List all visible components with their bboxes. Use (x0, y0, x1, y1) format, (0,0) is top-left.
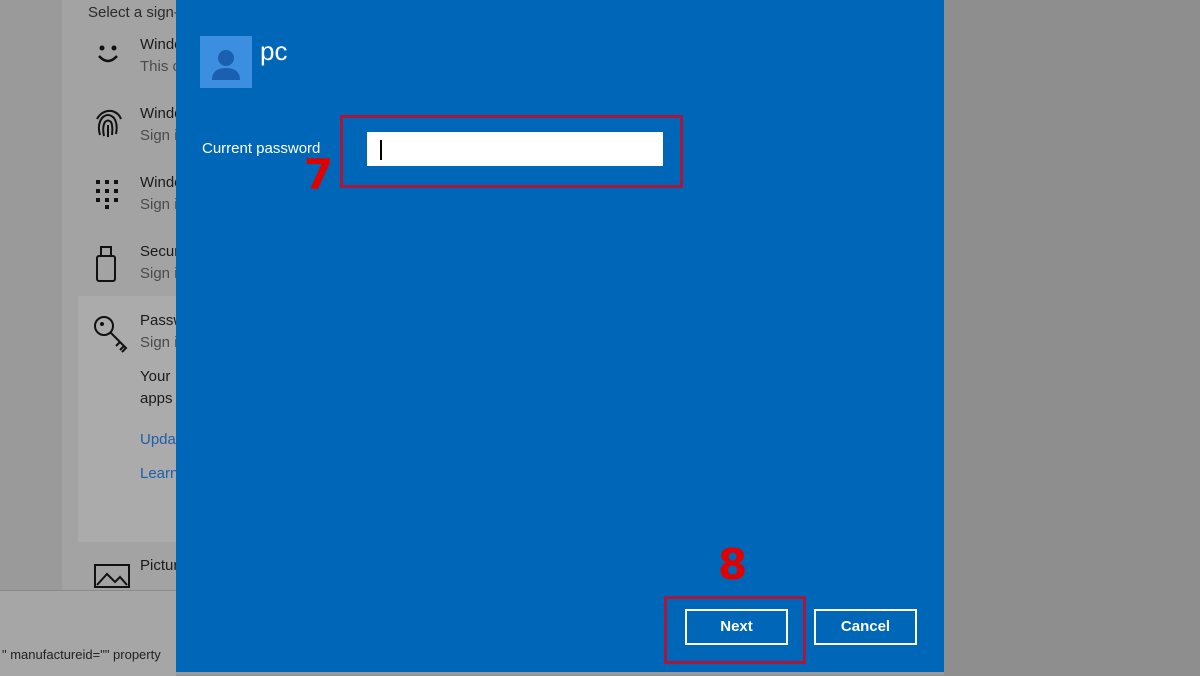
background-learn-link[interactable]: Learn more (140, 465, 176, 482)
background-item-title: Windows Hello Fingerprint (140, 105, 176, 122)
background-item-sub: Sign in with your fingerprint scanner (140, 127, 176, 144)
user-name: pc (260, 36, 288, 66)
face-icon (88, 38, 136, 78)
background-item-fingerprint[interactable]: Windows Hello Fingerprint Sign in with y… (88, 105, 176, 165)
user-avatar (200, 36, 252, 88)
background-item-face[interactable]: Windows Hello Face This option is curren… (88, 36, 176, 96)
background-item-password[interactable]: Password Sign in with your account's pas… (88, 312, 176, 372)
background-item-sub: Sign in with a PIN (140, 196, 176, 213)
background-item-sub: Sign in with your account's password (140, 334, 176, 351)
background-right-area (944, 0, 1200, 675)
fingerprint-icon (88, 107, 136, 147)
pin-keypad-icon (88, 176, 136, 216)
annotation-step-7: 7 (304, 150, 334, 199)
change-password-dialog: pc Current password 7 8 Next Cancel (176, 0, 944, 672)
background-bottom-bar (0, 590, 176, 676)
background-item-title: Windows Hello PIN (140, 174, 176, 191)
background-bottom-code: " manufactureid="" property (2, 647, 161, 662)
background-item-security-key[interactable]: Security Key Sign in with a physical sec… (88, 243, 176, 303)
background-header: Select a sign-in option (88, 4, 176, 21)
security-key-icon (88, 245, 136, 285)
background-item-picture[interactable]: Picture Password (88, 557, 176, 590)
user-icon (212, 50, 240, 80)
background-item-title: Password (140, 312, 176, 329)
background-item-sub: Sign in with a physical security key (140, 265, 176, 282)
current-password-label: Current password (202, 140, 321, 157)
annotation-box-password (340, 115, 683, 188)
background-left-strip (0, 0, 62, 590)
picture-icon (88, 559, 136, 590)
background-item-title: Security Key (140, 243, 176, 260)
annotation-step-8: 8 (718, 540, 748, 589)
background-update-link[interactable]: Update (140, 431, 176, 448)
next-button[interactable]: Next (685, 609, 788, 645)
background-item-pin[interactable]: Windows Hello PIN Sign in with a PIN (88, 174, 176, 234)
cancel-button[interactable]: Cancel (814, 609, 917, 645)
key-icon (88, 314, 136, 354)
background-password-desc-1: Your (140, 368, 171, 385)
background-password-desc-2: apps (140, 390, 173, 407)
background-item-title: Windows Hello Face (140, 36, 176, 53)
background-item-sub: This option is currently unavailable (140, 58, 176, 75)
background-item-title: Picture Password (140, 557, 176, 574)
